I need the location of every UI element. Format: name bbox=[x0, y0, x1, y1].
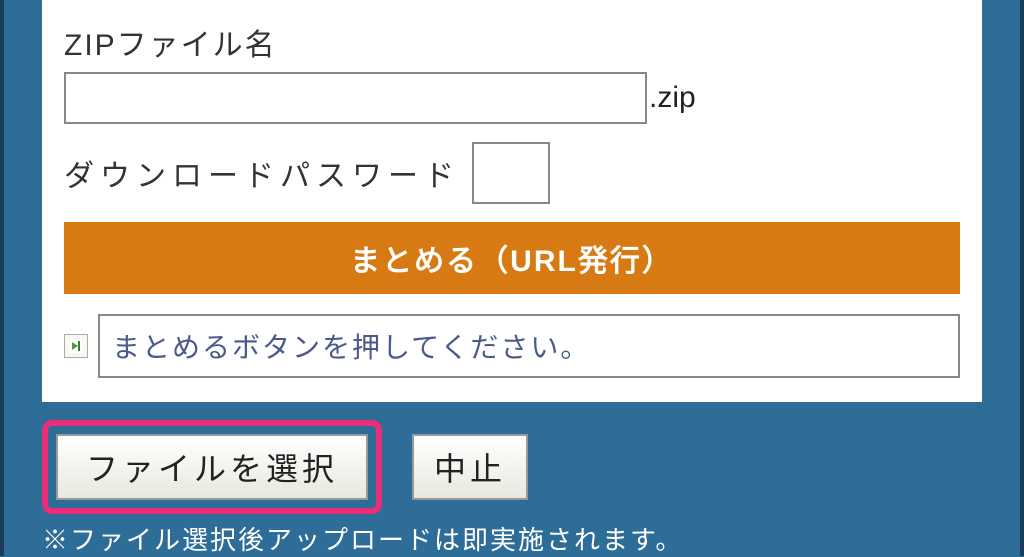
bottom-controls: ファイルを選択 中止 ※ファイル選択後アップロードは即実施されます。 bbox=[42, 420, 982, 557]
zip-filename-input[interactable] bbox=[64, 72, 647, 124]
arrow-right-icon bbox=[64, 334, 88, 358]
status-message-box: まとめるボタンを押してください。 bbox=[98, 314, 960, 378]
upload-note: ※ファイル選択後アップロードは即実施されます。 bbox=[42, 520, 982, 557]
upload-form-panel: ZIPファイル名 .zip ダウンロードパスワード まとめる（URL発行） まと… bbox=[42, 0, 982, 402]
status-row: まとめるボタンを押してください。 bbox=[64, 314, 960, 378]
password-section: ダウンロードパスワード bbox=[64, 142, 960, 204]
file-select-button[interactable]: ファイルを選択 bbox=[56, 434, 368, 500]
password-input[interactable] bbox=[472, 142, 550, 204]
cancel-button[interactable]: 中止 bbox=[412, 434, 528, 500]
zip-filename-label: ZIPファイル名 bbox=[64, 20, 960, 64]
password-label: ダウンロードパスワード bbox=[64, 151, 460, 195]
zip-extension-suffix: .zip bbox=[649, 81, 696, 115]
zip-filename-section: ZIPファイル名 .zip bbox=[64, 20, 960, 124]
button-row: ファイルを選択 中止 bbox=[42, 420, 982, 514]
highlight-annotation: ファイルを選択 bbox=[42, 420, 382, 514]
combine-url-button[interactable]: まとめる（URL発行） bbox=[64, 222, 960, 294]
outer-frame: ZIPファイル名 .zip ダウンロードパスワード まとめる（URL発行） まと… bbox=[0, 0, 1024, 556]
zip-filename-row: .zip bbox=[64, 72, 960, 124]
